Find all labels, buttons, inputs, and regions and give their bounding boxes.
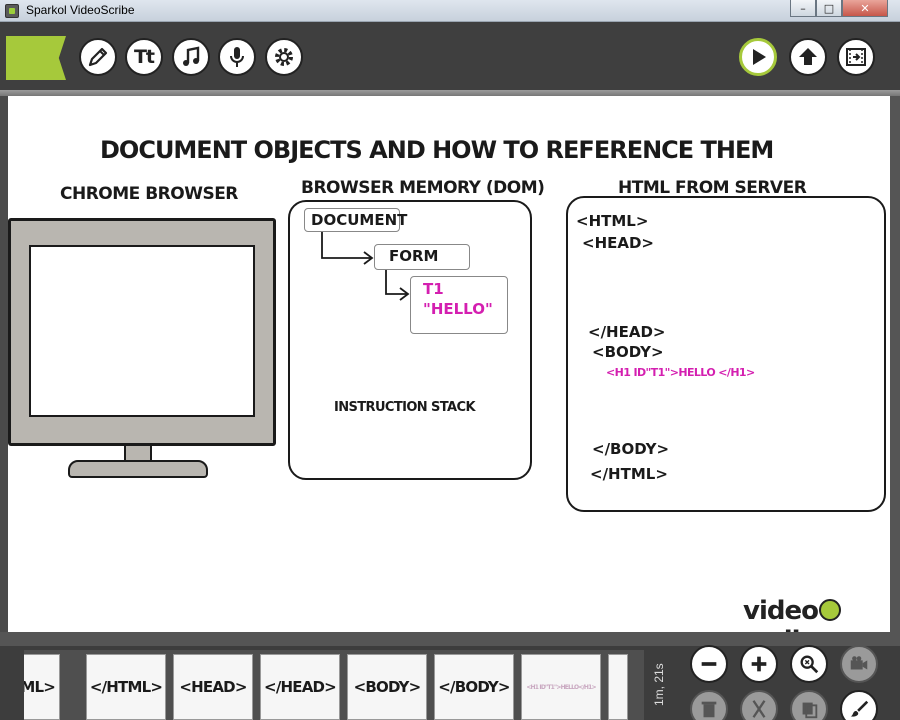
dom-document-box: DOCUMENT — [304, 208, 407, 232]
duration-text: 1m, 21s — [652, 663, 666, 706]
window-title: Sparkol VideoScribe — [26, 3, 135, 17]
monitor-illustration — [8, 218, 276, 446]
timeline-thumb[interactable]: <H1 ID"T1">HELLO</H1> — [521, 654, 601, 720]
close-button[interactable]: ✕ — [842, 0, 888, 17]
window-title-bar: Sparkol VideoScribe – □ ✕ — [0, 0, 900, 22]
zoom-out-button[interactable] — [690, 645, 728, 683]
app-icon — [5, 4, 19, 18]
minimize-button[interactable]: – — [790, 0, 816, 17]
timeline-strip[interactable]: ML> </HTML> <HEAD> </HEAD> <BODY> </BODY… — [24, 650, 644, 720]
text-tool-button[interactable]: Tt — [125, 38, 163, 76]
chrome-browser-label: CHROME BROWSER — [60, 184, 238, 204]
canvas-title: DOCUMENT OBJECTS AND HOW TO REFERENCE TH… — [100, 136, 774, 164]
home-flag-button[interactable] — [6, 36, 66, 80]
arrow-document-to-form — [321, 232, 372, 259]
cut-button[interactable] — [740, 690, 778, 720]
play-button[interactable] — [739, 38, 777, 76]
timeline-thumb[interactable]: </BODY> — [434, 654, 514, 720]
code-line-html-close: </HTML> — [590, 465, 668, 483]
timeline-thumb[interactable]: <BODY> — [347, 654, 427, 720]
settings-tool-button[interactable] — [265, 38, 303, 76]
copy-icon — [802, 702, 818, 719]
timeline-thumb[interactable]: <HEAD> — [173, 654, 253, 720]
trash-icon — [701, 701, 717, 718]
bottom-divider — [0, 632, 900, 646]
timeline-thumb-partial[interactable] — [608, 654, 628, 720]
zoom-fit-icon — [800, 655, 819, 674]
t1-id-text: T1 — [423, 280, 444, 298]
instruction-stack-label: INSTRUCTION STACK — [334, 400, 476, 415]
maximize-button[interactable]: □ — [816, 0, 842, 17]
dom-tree-arrows — [321, 232, 410, 301]
code-line-head-close: </HEAD> — [588, 323, 666, 341]
canvas-scrollbar[interactable] — [890, 96, 900, 632]
delete-button[interactable] — [690, 690, 728, 720]
play-icon — [753, 49, 766, 65]
settings-icon — [275, 48, 293, 66]
code-line-head-open: <HEAD> — [582, 234, 654, 252]
zoom-in-button[interactable] — [740, 645, 778, 683]
dom-label: BROWSER MEMORY (DOM) — [301, 178, 545, 198]
export-video-button[interactable] — [837, 38, 875, 76]
scribe-canvas[interactable]: DOCUMENT OBJECTS AND HOW TO REFERENCE TH… — [8, 96, 890, 656]
code-line-h1: <H1 ID"T1">HELLO </H1> — [606, 366, 755, 379]
camera-button[interactable] — [840, 645, 878, 683]
logo-text-video: video — [743, 596, 819, 626]
monitor-base — [68, 460, 208, 478]
pencil-tool-button[interactable] — [79, 38, 117, 76]
window-controls: – □ ✕ — [790, 0, 888, 17]
timeline-thumb[interactable]: </HTML> — [86, 654, 166, 720]
text-icon: Tt — [133, 46, 155, 68]
pencil-icon — [88, 47, 108, 67]
code-line-html-open: <HTML> — [576, 212, 649, 230]
upload-icon — [799, 48, 817, 65]
film-export-icon — [846, 48, 866, 66]
timeline-thumb[interactable]: </HEAD> — [260, 654, 340, 720]
t1-value-text: "HELLO" — [423, 300, 493, 318]
zoom-out-icon — [701, 662, 717, 666]
music-icon — [183, 46, 200, 66]
camera-icon — [850, 656, 868, 670]
code-line-body-open: <BODY> — [592, 343, 664, 361]
copy-button[interactable] — [790, 690, 828, 720]
arrow-form-to-t1 — [385, 270, 408, 295]
timeline-thumb[interactable]: ML> — [24, 654, 60, 720]
monitor-screen — [29, 245, 255, 417]
zoom-in-icon — [751, 656, 767, 672]
timeline-duration: 1m, 21s — [648, 650, 672, 720]
music-tool-button[interactable] — [172, 38, 210, 76]
zoom-fit-button[interactable] — [790, 645, 828, 683]
code-line-body-close: </BODY> — [592, 440, 670, 458]
html-server-label: HTML FROM SERVER — [618, 178, 807, 198]
brush-icon — [850, 700, 869, 717]
logo-mark-icon — [818, 598, 841, 621]
cut-icon — [752, 700, 766, 718]
upload-button[interactable] — [789, 38, 827, 76]
brush-button[interactable] — [840, 690, 878, 720]
voiceover-tool-button[interactable] — [218, 38, 256, 76]
microphone-icon — [230, 47, 244, 67]
